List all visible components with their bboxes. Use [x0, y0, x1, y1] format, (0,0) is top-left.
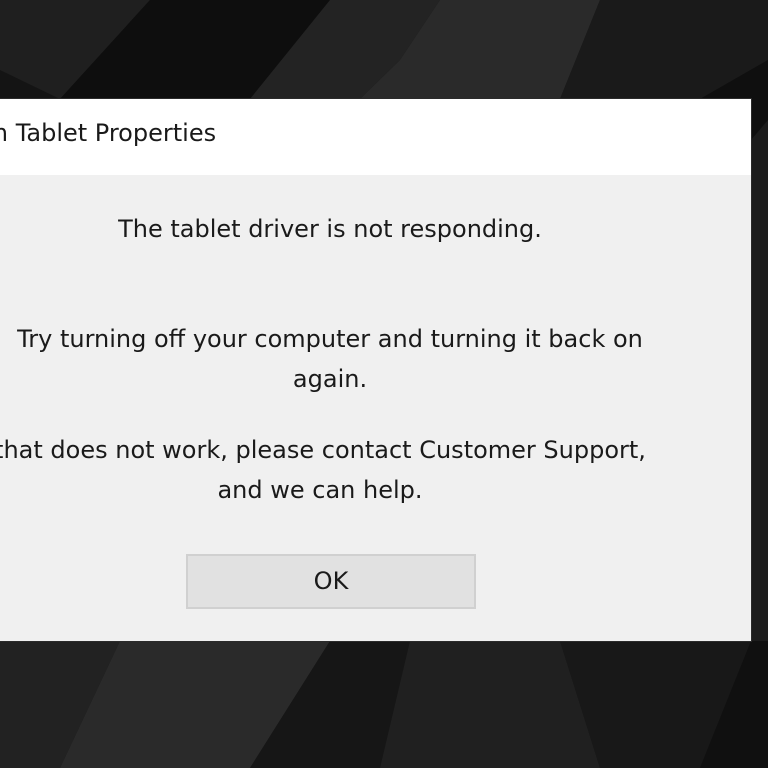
support-instruction-line-1: that does not work, please contact Custo… [0, 436, 646, 464]
ok-button[interactable]: OK [186, 554, 476, 609]
dialog-titlebar[interactable]: om Tablet Properties [0, 99, 751, 175]
tablet-properties-dialog: om Tablet Properties The tablet driver i… [0, 99, 751, 641]
error-message: The tablet driver is not responding. [0, 209, 690, 249]
restart-instruction-line-1: Try turning off your computer and turnin… [17, 325, 643, 353]
dialog-title: om Tablet Properties [0, 119, 217, 147]
restart-instruction: Try turning off your computer and turnin… [0, 319, 690, 399]
error-message-line: The tablet driver is not responding. [118, 215, 542, 243]
support-instruction: that does not work, please contact Custo… [0, 430, 680, 510]
support-instruction-line-2: and we can help. [217, 476, 423, 504]
restart-instruction-line-2: again. [292, 365, 368, 393]
